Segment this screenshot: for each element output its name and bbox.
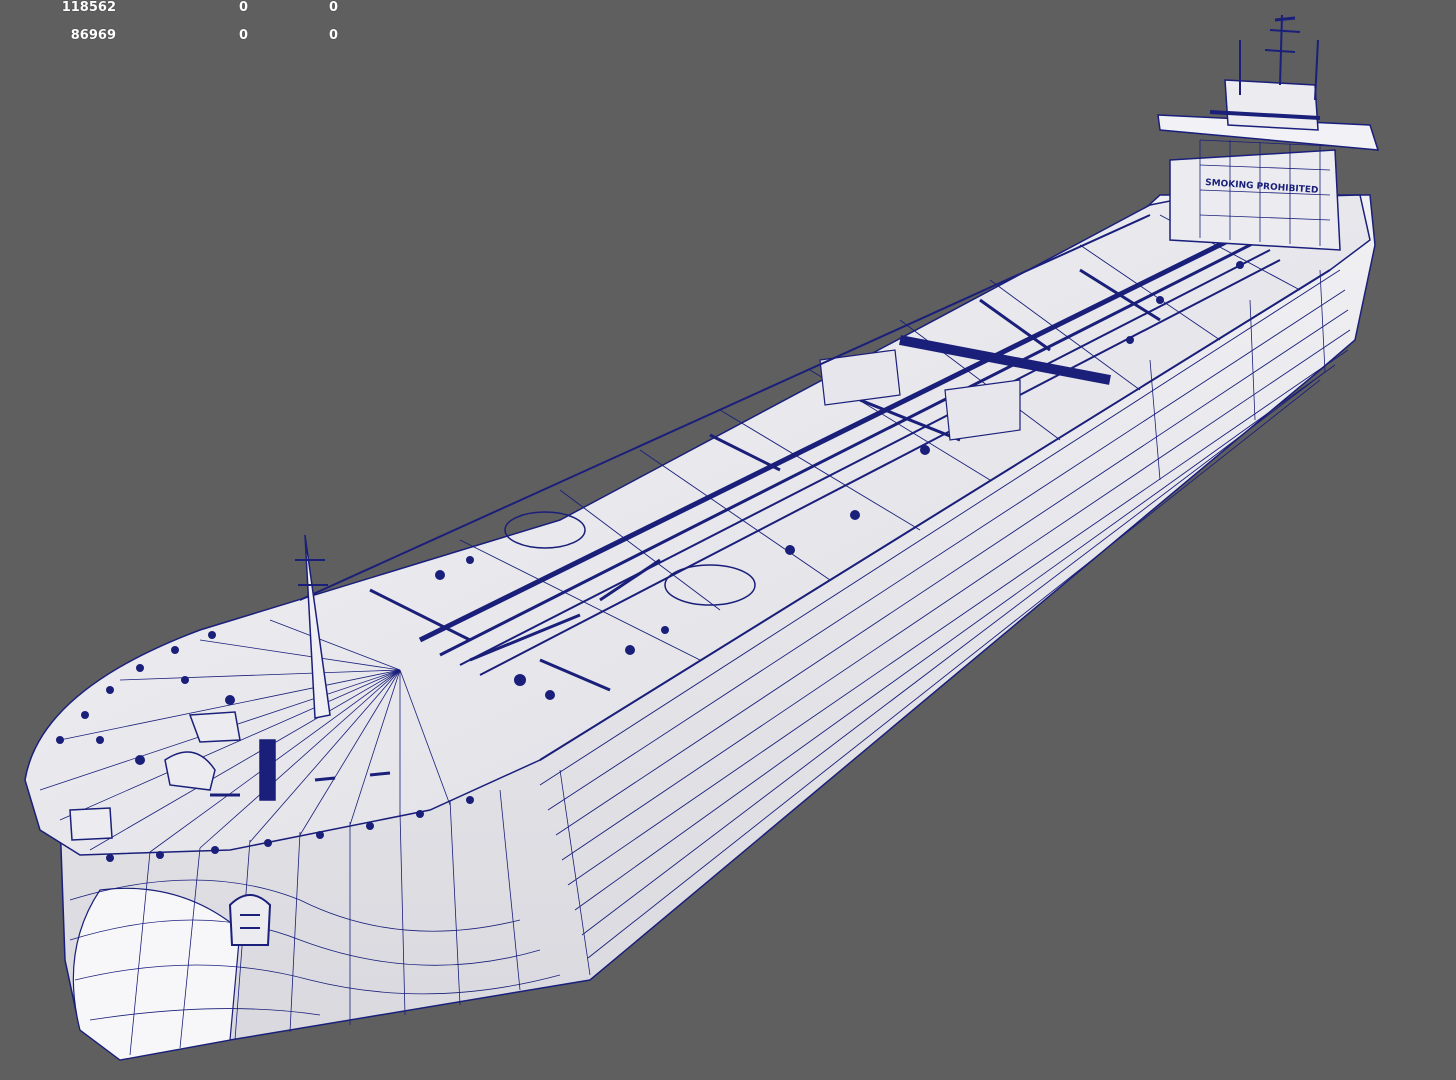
hud-value: 0 <box>328 0 338 15</box>
hud-row-2: 86969 0 0 <box>40 22 338 50</box>
hud-value: 0 <box>328 28 338 43</box>
hud-row-1: 118562 0 0 <box>40 0 338 22</box>
3d-viewport[interactable]: 118562 0 0 86969 0 0 SMOKING PROHIBITED <box>0 0 1456 1080</box>
bulbous-bow <box>72 887 241 1061</box>
poly-count-hud: 118562 0 0 86969 0 0 <box>40 0 338 50</box>
deck-house-2 <box>944 379 1021 441</box>
anchor-pocket <box>228 894 272 946</box>
hud-value: 86969 <box>70 28 116 43</box>
hud-value: 0 <box>238 28 248 43</box>
ship-model[interactable]: SMOKING PROHIBITED <box>0 0 1456 1080</box>
hud-value: 118562 <box>61 0 116 15</box>
hud-value: 0 <box>238 0 248 15</box>
